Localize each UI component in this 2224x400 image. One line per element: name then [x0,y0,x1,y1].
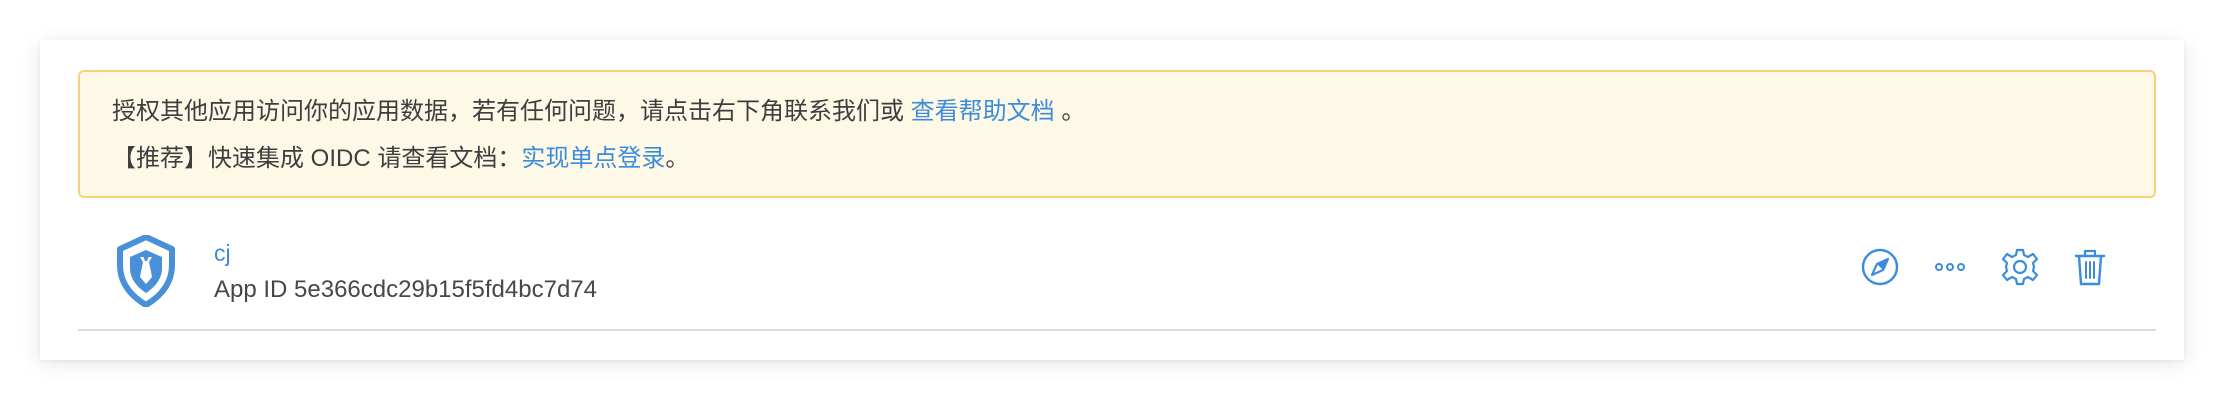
app-actions [1832,225,2112,309]
help-docs-link[interactable]: 查看帮助文档 [911,98,1055,125]
shield-tie-icon [114,234,178,308]
notice-help-text: 授权其他应用访问你的应用数据，若有任何问题，请点击右下角联系我们或 [112,98,904,125]
compass-icon[interactable] [1858,245,1902,289]
app-list-card: 授权其他应用访问你的应用数据，若有任何问题，请点击右下角联系我们或 查看帮助文档… [40,40,2184,360]
more-icon[interactable] [1928,245,1972,289]
sso-docs-link[interactable]: 实现单点登录 [521,145,665,172]
notice-recommend-text: 【推荐】快速集成 OIDC 请查看文档： [112,145,522,172]
app-list-item: cj App ID 5e366cdc29b15f5fd4bc7d74 [78,225,2156,331]
info-notice: 授权其他应用访问你的应用数据，若有任何问题，请点击右下角联系我们或 查看帮助文档… [78,70,2156,198]
notice-help-suffix: 。 [1054,98,1086,125]
gear-icon[interactable] [1998,245,2042,289]
trash-icon[interactable] [2068,245,2112,289]
notice-line-recommend: 【推荐】快速集成 OIDC 请查看文档：实现单点登录。 [112,143,689,175]
notice-recommend-suffix: 。 [665,145,690,172]
app-name-link[interactable]: cj [214,239,231,267]
notice-line-help: 授权其他应用访问你的应用数据，若有任何问题，请点击右下角联系我们或 查看帮助文档… [112,96,1085,128]
app-id-text: App ID 5e366cdc29b15f5fd4bc7d74 [214,276,597,303]
